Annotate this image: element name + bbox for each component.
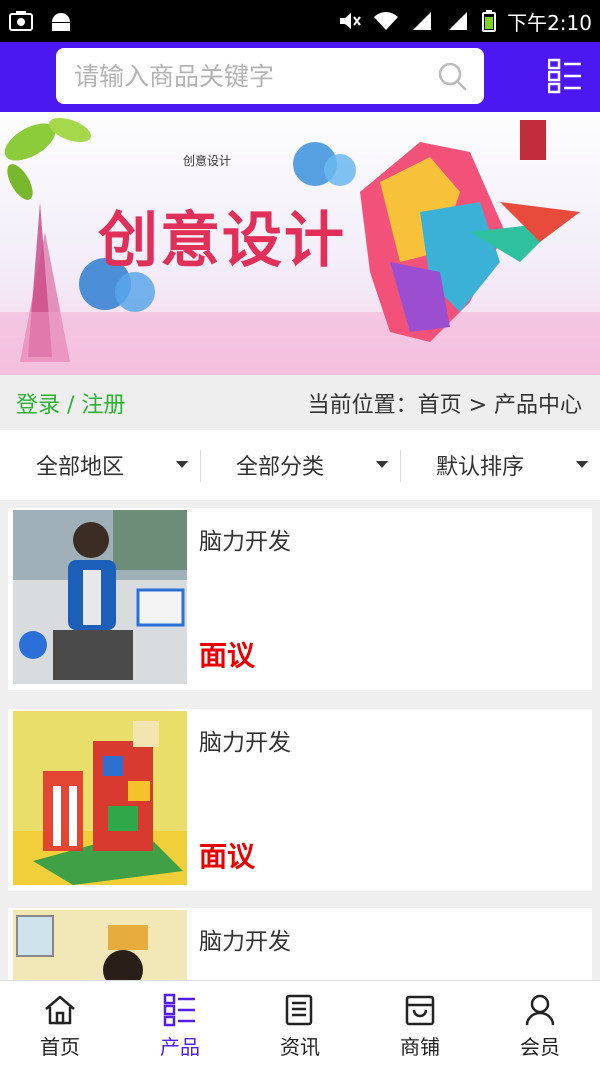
filter-region-label: 全部地区 (35, 455, 124, 480)
filter-sort[interactable]: 默认排序 (400, 430, 600, 500)
product-image[interactable] (13, 510, 187, 684)
filter-bar: 全部地区 全部分类 默认排序 (0, 430, 600, 500)
caret-down-icon (176, 461, 188, 468)
screenshot-icon (9, 11, 33, 31)
wifi-icon (374, 12, 399, 30)
product-item[interactable]: 脑力开发 面议 (8, 508, 592, 690)
tab-news[interactable]: 资讯 (240, 981, 360, 1067)
location-bar: 登录 / 注册 当前位置：首页 > 产品中心 (0, 375, 600, 430)
filter-category-label: 全部分类 (235, 455, 324, 480)
bottom-tab-bar: 首页 产品 资讯 商铺 会员 (0, 980, 600, 1067)
tab-member[interactable]: 会员 (480, 981, 600, 1067)
user-icon (525, 994, 555, 1026)
list-icon (163, 993, 195, 1027)
product-item[interactable]: 脑力开发 面议 (8, 709, 592, 891)
breadcrumb: 当前位置：首页 > 产品中心 (307, 392, 582, 418)
news-icon (285, 994, 313, 1026)
tab-products[interactable]: 产品 (120, 981, 240, 1067)
tab-stores-label: 商铺 (400, 1035, 440, 1059)
signal-icon-2 (449, 12, 468, 30)
tab-home-label: 首页 (40, 1035, 80, 1059)
search-input[interactable] (74, 61, 414, 91)
tab-member-label: 会员 (520, 1035, 560, 1059)
android-icon (52, 13, 70, 31)
search-box[interactable] (56, 48, 484, 104)
product-name[interactable]: 脑力开发 (199, 922, 291, 956)
caret-down-icon (376, 461, 388, 468)
search-icon[interactable] (436, 60, 468, 92)
tab-news-label: 资讯 (280, 1035, 320, 1059)
tab-products-label: 产品 (160, 1035, 200, 1059)
banner-title: 创意设计 (98, 206, 346, 276)
product-name[interactable]: 脑力开发 (199, 522, 291, 556)
category-menu-icon[interactable] (548, 58, 582, 94)
product-image[interactable] (13, 711, 187, 885)
filter-region[interactable]: 全部地区 (0, 430, 200, 500)
caret-down-icon (576, 461, 588, 468)
filter-sort-label: 默认排序 (435, 455, 524, 480)
screen: 下午2:10 请输入商品关键字 创意设计 创意设计 登录 / 注册 当前位置：首… (0, 0, 600, 1067)
login-register-link[interactable]: 登录 / 注册 (16, 387, 125, 419)
status-time: 下午2:10 (507, 10, 592, 35)
promo-banner[interactable]: 创意设计 创意设计 (0, 112, 600, 375)
banner-logo: 创意设计 (183, 154, 232, 168)
product-price: 面议 (199, 639, 256, 672)
tab-stores[interactable]: 商铺 (360, 981, 480, 1067)
product-name[interactable]: 脑力开发 (199, 723, 291, 757)
home-icon (45, 995, 75, 1025)
store-icon (405, 995, 435, 1026)
product-price: 面议 (199, 840, 256, 873)
filter-category[interactable]: 全部分类 (200, 430, 400, 500)
signal-icon (413, 12, 432, 30)
mute-icon (340, 13, 361, 29)
tab-home[interactable]: 首页 (0, 981, 120, 1067)
battery-icon (482, 10, 497, 32)
status-bar: 下午2:10 (0, 0, 600, 42)
header (0, 42, 600, 112)
